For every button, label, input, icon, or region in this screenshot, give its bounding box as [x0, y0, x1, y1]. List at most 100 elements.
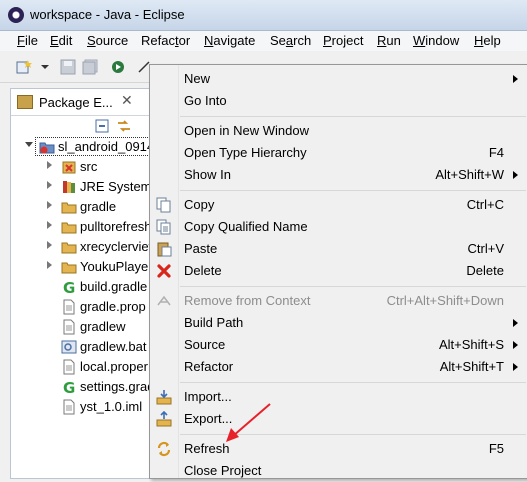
tree-item-label: YoukuPlayer: [80, 259, 153, 274]
menu-item-label: Import...: [184, 389, 232, 404]
tree-item-label: gradlew: [80, 319, 126, 334]
menu-item-shortcut: Alt+Shift+W: [435, 167, 504, 182]
menu-window[interactable]: Window: [413, 33, 459, 48]
title-bar: workspace - Java - Eclipse: [0, 0, 527, 31]
menu-item-label: Remove from Context: [184, 293, 311, 308]
menu-item-copy[interactable]: Copy Ctrl+C: [150, 194, 527, 216]
text-file-icon: [63, 399, 75, 415]
tree-item-label: gradlew.bat: [80, 339, 147, 354]
batch-file-icon: [61, 340, 77, 354]
collapsed-arrow-icon[interactable]: [47, 241, 52, 249]
save-icon[interactable]: [60, 59, 76, 75]
eclipse-logo-icon: [8, 7, 24, 23]
submenu-arrow-icon: [513, 341, 518, 349]
tree-item-label: gradle.prop: [80, 299, 146, 314]
menu-item-label: Build Path: [184, 315, 244, 330]
link-with-editor-icon[interactable]: [116, 119, 132, 133]
menu-item-label: Copy: [184, 197, 215, 212]
menu-item-go-into[interactable]: Go Into: [150, 90, 527, 112]
package-explorer-icon: [17, 95, 33, 109]
menu-item-refactor[interactable]: Refactor Alt+Shift+T: [150, 356, 527, 378]
menu-item-open-type-hierarchy[interactable]: Open Type Hierarchy F4: [150, 142, 527, 164]
submenu-arrow-icon: [513, 171, 518, 179]
menu-item-shortcut: Ctrl+C: [466, 197, 504, 212]
tree-item-label: src: [80, 159, 98, 174]
menu-navigate[interactable]: Navigate: [204, 33, 255, 48]
remove-context-icon: [157, 295, 171, 306]
menu-run[interactable]: Run: [377, 33, 401, 48]
svg-text:G: G: [63, 379, 75, 395]
debug-icon[interactable]: [110, 59, 126, 75]
menu-source[interactable]: Source: [87, 33, 128, 48]
menu-bar: File Edit Source Refactor Navigate Searc…: [0, 31, 527, 51]
import-icon: [156, 390, 172, 405]
library-icon: [63, 181, 75, 193]
menu-item-label: Show In: [184, 167, 231, 182]
tree-item-label: pulltorefresh: [80, 219, 152, 234]
menu-search[interactable]: Search: [270, 33, 311, 48]
new-wizard-icon[interactable]: [16, 59, 32, 75]
menu-item-label: Refresh: [184, 441, 230, 456]
gradle-file-icon: G: [63, 379, 75, 395]
collapsed-arrow-icon[interactable]: [47, 181, 52, 189]
tree-item-label: settings.grad: [80, 379, 155, 394]
menu-refactor[interactable]: Refactor: [141, 33, 190, 48]
collapsed-arrow-icon[interactable]: [47, 261, 52, 269]
menu-edit[interactable]: Edit: [50, 33, 72, 48]
menu-item-shortcut: Delete: [466, 263, 504, 278]
menu-item-delete[interactable]: Delete Delete: [150, 260, 527, 282]
view-toolbar: [11, 116, 154, 138]
tree-item-label: build.gradle: [80, 279, 148, 294]
chevron-down-icon[interactable]: [40, 59, 50, 75]
menu-separator: [180, 116, 526, 117]
menu-item-label: Paste: [184, 241, 218, 256]
menu-item-import[interactable]: Import...: [150, 386, 527, 408]
collapse-all-icon[interactable]: [95, 119, 109, 133]
tree-item-label: xrecyclerview: [80, 239, 159, 254]
menu-item-label: New: [184, 71, 211, 86]
collapsed-arrow-icon[interactable]: [47, 221, 52, 229]
menu-item-show-in[interactable]: Show In Alt+Shift+W: [150, 164, 527, 186]
menu-separator: [180, 286, 526, 287]
menu-item-export[interactable]: Export...: [150, 408, 527, 430]
folder-icon: [61, 242, 77, 254]
delete-icon: [157, 264, 171, 278]
close-icon[interactable]: ✕: [121, 92, 133, 109]
tree-row-project[interactable]: sl_android_0914: [11, 137, 154, 157]
menu-item-close-project[interactable]: Close Project: [150, 460, 527, 482]
package-explorer-view: Package E... ✕ sl_android_0914 src JRE S…: [10, 88, 159, 479]
expanded-arrow-icon[interactable]: [25, 142, 33, 147]
tree-item-label: local.proper: [80, 359, 148, 374]
tree-item-label: gradle: [80, 199, 117, 214]
folder-icon: [61, 222, 77, 234]
menu-item-paste[interactable]: Paste Ctrl+V: [150, 238, 527, 260]
source-folder-icon: [62, 161, 76, 174]
submenu-arrow-icon: [513, 75, 518, 83]
copy-icon: [156, 197, 171, 213]
copy-qualified-name-icon: [156, 219, 171, 235]
context-menu: New Go Into Open in New Window Open Type…: [149, 64, 527, 479]
menu-item-open-in-new-window[interactable]: Open in New Window: [150, 120, 527, 142]
menu-item-label: Close Project: [184, 463, 262, 478]
menu-help[interactable]: Help: [474, 33, 501, 48]
text-file-icon: [63, 299, 75, 315]
menu-item-label: Refactor: [184, 359, 234, 374]
menu-item-label: Delete: [184, 263, 222, 278]
menu-item-refresh[interactable]: Refresh F5: [150, 438, 527, 460]
package-explorer-title: Package E...: [39, 95, 113, 110]
menu-file[interactable]: File: [17, 33, 38, 48]
menu-item-copy-qualified-name[interactable]: Copy Qualified Name: [150, 216, 527, 238]
menu-item-source[interactable]: Source Alt+Shift+S: [150, 334, 527, 356]
text-file-icon: [63, 359, 75, 375]
collapsed-arrow-icon[interactable]: [47, 201, 52, 209]
menu-project[interactable]: Project: [323, 33, 363, 48]
gradle-file-icon: G: [63, 279, 75, 295]
package-explorer-tab[interactable]: Package E... ✕: [11, 89, 154, 116]
collapsed-arrow-icon[interactable]: [47, 161, 52, 169]
menu-item-build-path[interactable]: Build Path: [150, 312, 527, 334]
menu-item-new[interactable]: New: [150, 68, 527, 90]
menu-item-remove-from-context[interactable]: Remove from Context Ctrl+Alt+Shift+Down: [150, 290, 527, 312]
save-all-icon[interactable]: [82, 59, 98, 75]
folder-icon: [61, 262, 77, 274]
menu-item-label: Open Type Hierarchy: [184, 145, 307, 160]
